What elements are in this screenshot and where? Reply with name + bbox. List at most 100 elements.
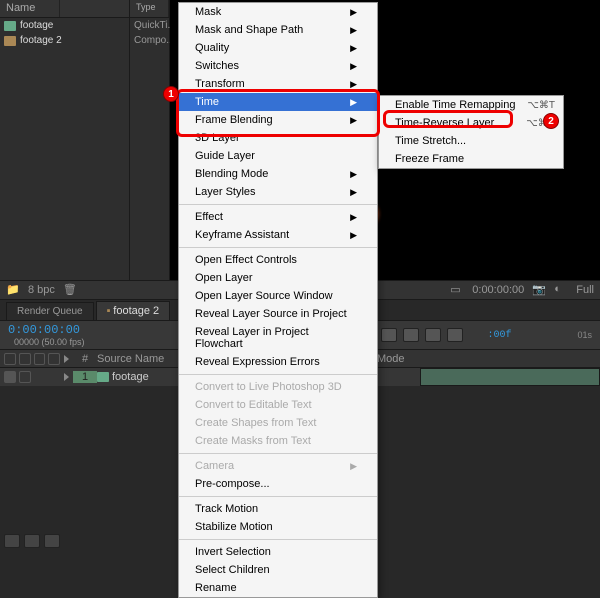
menu-item-layer-styles[interactable]: Layer Styles▶: [179, 183, 377, 201]
submenu-item-label: Time Stretch...: [395, 135, 466, 147]
region-icon[interactable]: ▭: [450, 283, 464, 297]
menu-item-pre-compose-[interactable]: Pre-compose...: [179, 475, 377, 493]
layer-context-menu: Mask▶Mask and Shape Path▶Quality▶Switche…: [178, 2, 378, 598]
footage-icon: [4, 21, 16, 31]
menu-item-3d-layer[interactable]: 3D Layer: [179, 129, 377, 147]
submenu-arrow-icon: ▶: [350, 61, 357, 72]
menu-item-open-layer[interactable]: Open Layer: [179, 269, 377, 287]
submenu-arrow-icon: ▶: [350, 212, 357, 223]
keyboard-shortcut: ⌥⌘T: [527, 100, 555, 111]
fps-display: 00000 (50.00 fps): [14, 337, 85, 347]
menu-separator: [179, 496, 377, 497]
lock-toggle-icon[interactable]: [48, 353, 60, 365]
menu-item-stabilize-motion[interactable]: Stabilize Motion: [179, 518, 377, 536]
submenu-item-freeze-frame[interactable]: Freeze Frame: [379, 150, 563, 168]
audio-toggle-icon[interactable]: [19, 371, 31, 383]
menu-item-blending-mode[interactable]: Blending Mode▶: [179, 165, 377, 183]
menu-item-label: Quality: [195, 42, 229, 54]
menu-item-camera: Camera▶: [179, 457, 377, 475]
tab-label: footage 2: [113, 305, 159, 317]
toggle-modes-icon[interactable]: [24, 534, 40, 548]
menu-item-reveal-expression-errors[interactable]: Reveal Expression Errors: [179, 353, 377, 371]
submenu-arrow-icon: ▶: [350, 25, 357, 36]
menu-item-rename[interactable]: Rename: [179, 579, 377, 597]
layer-duration-bar[interactable]: [420, 368, 600, 386]
menu-item-time[interactable]: Time▶: [179, 93, 377, 111]
snapshot-icon[interactable]: 📷: [532, 283, 546, 297]
comp-tab-icon: ▪: [107, 305, 111, 317]
menu-item-effect[interactable]: Effect ▶: [179, 208, 377, 226]
menu-item-label: Open Effect Controls: [195, 254, 297, 266]
annotation-marker-1: 1: [163, 86, 179, 102]
ruler-tick: 01s: [577, 330, 592, 340]
audio-toggle-icon[interactable]: [19, 353, 31, 365]
menu-item-open-effect-controls[interactable]: Open Effect Controls: [179, 251, 377, 269]
tab-composition[interactable]: ▪ footage 2: [96, 301, 171, 320]
menu-item-label: Effect: [195, 211, 223, 223]
menu-item-label: Frame Blending: [195, 114, 273, 126]
submenu-item-label: Enable Time Remapping: [395, 99, 515, 111]
col-number: #: [73, 353, 97, 365]
col-name[interactable]: Name: [0, 0, 60, 17]
tab-render-queue[interactable]: Render Queue: [6, 302, 94, 320]
menu-item-quality[interactable]: Quality▶: [179, 39, 377, 57]
menu-item-reveal-layer-source-in-project[interactable]: Reveal Layer Source in Project: [179, 305, 377, 323]
layer-name[interactable]: footage: [112, 371, 149, 383]
trash-icon[interactable]: 🗑: [63, 283, 77, 297]
resolution-dropdown[interactable]: Full: [576, 284, 594, 296]
col-mode[interactable]: Mode: [377, 353, 405, 365]
menu-item-keyframe-assistant[interactable]: Keyframe Assistant▶: [179, 226, 377, 244]
autokeyframe-icon[interactable]: [425, 328, 441, 342]
menu-item-invert-selection[interactable]: Invert Selection: [179, 543, 377, 561]
project-item[interactable]: footage: [0, 18, 129, 33]
project-type-column: Type QuickTi... Compo...: [130, 0, 170, 280]
bpc-display[interactable]: 8 bpc: [28, 284, 55, 296]
submenu-item-enable-time-remapping[interactable]: Enable Time Remapping ⌥⌘T: [379, 96, 563, 114]
menu-item-label: Time: [195, 96, 219, 108]
toggle-in-out-icon[interactable]: [44, 534, 60, 548]
menu-separator: [179, 539, 377, 540]
submenu-item-time-stretch-[interactable]: Time Stretch...: [379, 132, 563, 150]
menu-item-frame-blending[interactable]: Frame Blending▶: [179, 111, 377, 129]
menu-item-label: Reveal Expression Errors: [195, 356, 320, 368]
menu-item-label: Convert to Editable Text: [195, 399, 312, 411]
menu-item-reveal-layer-in-project-flowchart[interactable]: Reveal Layer in Project Flowchart: [179, 323, 377, 353]
project-item[interactable]: footage 2: [0, 33, 129, 48]
preview-time[interactable]: 0:00:00:00: [472, 284, 524, 296]
label-color-icon[interactable]: [64, 355, 69, 363]
menu-separator: [179, 374, 377, 375]
submenu-item-time-reverse-layer[interactable]: Time-Reverse Layer⌥⌘R: [379, 114, 563, 132]
menu-item-label: Create Masks from Text: [195, 435, 311, 447]
menu-item-create-masks-from-text: Create Masks from Text: [179, 432, 377, 450]
current-timecode[interactable]: 0:00:00:00: [8, 323, 85, 337]
video-toggle-icon[interactable]: [4, 353, 16, 365]
menu-item-label: Select Children: [195, 564, 270, 576]
footage-icon: [97, 372, 109, 382]
project-panel: Name footage footage 2: [0, 0, 130, 280]
toggle-switches-icon[interactable]: [4, 534, 20, 548]
menu-item-label: Pre-compose...: [195, 478, 270, 490]
mask-icon[interactable]: ◐: [554, 283, 568, 297]
menu-item-create-shapes-from-text: Create Shapes from Text: [179, 414, 377, 432]
ruler-start: :00f: [487, 330, 511, 341]
menu-item-track-motion[interactable]: Track Motion: [179, 500, 377, 518]
motionblur-icon[interactable]: [381, 328, 397, 342]
twirl-icon[interactable]: [64, 373, 69, 381]
menu-item-transform[interactable]: Transform▶: [179, 75, 377, 93]
menu-item-select-children[interactable]: Select Children: [179, 561, 377, 579]
menu-item-label: Transform: [195, 78, 245, 90]
menu-item-mask[interactable]: Mask▶: [179, 3, 377, 21]
solo-toggle-icon[interactable]: [34, 353, 46, 365]
col-type[interactable]: Type: [130, 0, 169, 17]
time-submenu: Enable Time Remapping ⌥⌘T Time-Reverse Lay…: [378, 95, 564, 169]
menu-item-switches[interactable]: Switches▶: [179, 57, 377, 75]
menu-item-guide-layer[interactable]: Guide Layer: [179, 147, 377, 165]
video-toggle-icon[interactable]: [4, 371, 16, 383]
menu-item-label: Mask: [195, 6, 221, 18]
brainstorm-icon[interactable]: [403, 328, 419, 342]
menu-item-mask-and-shape-path[interactable]: Mask and Shape Path▶: [179, 21, 377, 39]
graph-editor-icon[interactable]: [447, 328, 463, 342]
menu-item-open-layer-source-window[interactable]: Open Layer Source Window: [179, 287, 377, 305]
folder-icon[interactable]: 📁: [6, 283, 20, 297]
menu-item-label: Guide Layer: [195, 150, 255, 162]
